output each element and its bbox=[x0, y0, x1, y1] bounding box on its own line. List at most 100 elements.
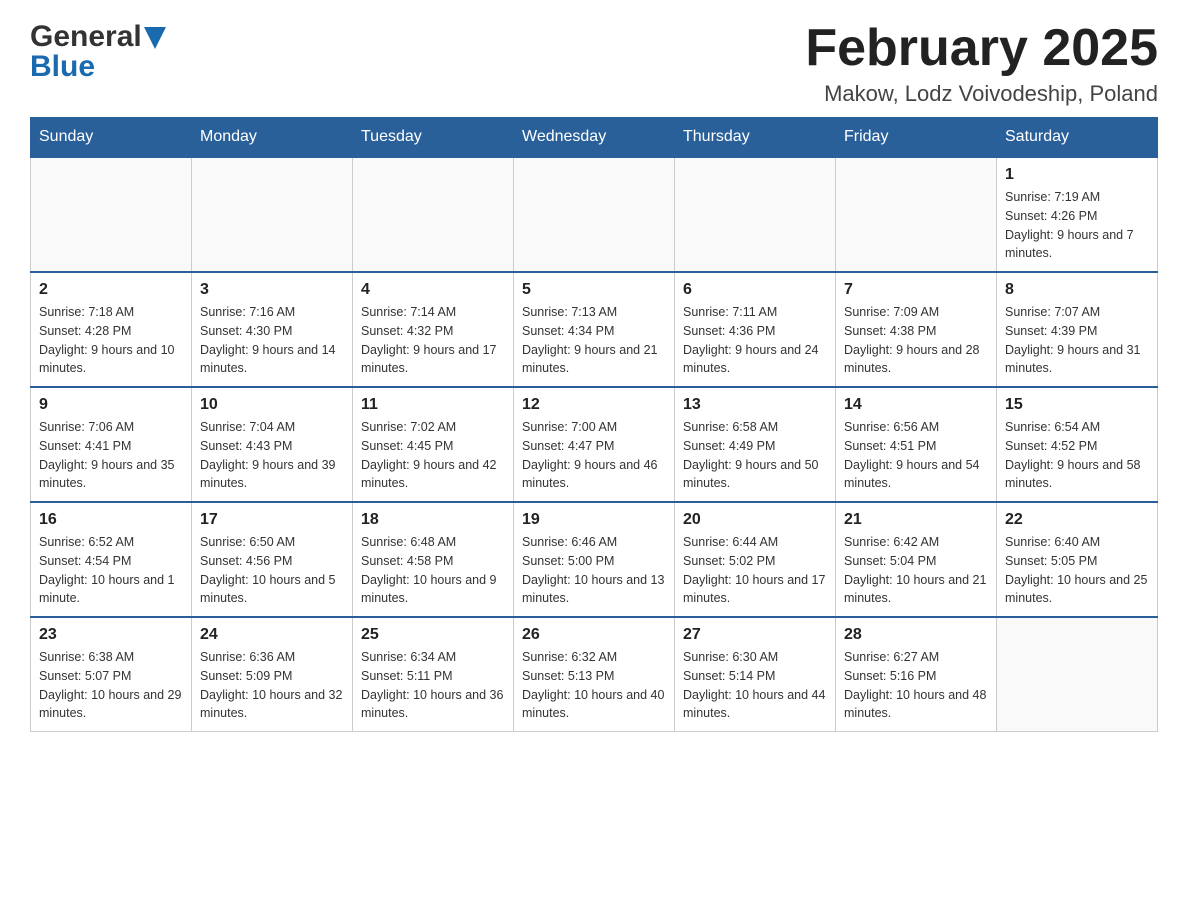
day-info: Sunrise: 7:06 AMSunset: 4:41 PMDaylight:… bbox=[39, 418, 183, 493]
logo-blue-text: Blue bbox=[30, 50, 95, 84]
calendar-day-cell: 10 Sunrise: 7:04 AMSunset: 4:43 PMDayligh… bbox=[192, 387, 353, 502]
calendar-day-cell: 11 Sunrise: 7:02 AMSunset: 4:45 PMDayligh… bbox=[353, 387, 514, 502]
calendar-day-cell: 2Sunrise: 7:18 AMSunset: 4:28 PMDaylight… bbox=[31, 272, 192, 387]
calendar-day-cell: 24 Sunrise: 6:36 AMSunset: 5:09 PMDayligh… bbox=[192, 617, 353, 732]
calendar-header-row: SundayMondayTuesdayWednesdayThursdayFrid… bbox=[31, 118, 1158, 158]
calendar-week-row: 2Sunrise: 7:18 AMSunset: 4:28 PMDaylight… bbox=[31, 272, 1158, 387]
day-number: 26 bbox=[522, 626, 666, 644]
calendar-day-cell: 27 Sunrise: 6:30 AMSunset: 5:14 PMDayligh… bbox=[675, 617, 836, 732]
day-number: 20 bbox=[683, 511, 827, 529]
day-info: Sunrise: 6:50 AMSunset: 4:56 PMDaylight:… bbox=[200, 533, 344, 608]
calendar-week-row: 16 Sunrise: 6:52 AMSunset: 4:54 PMDayligh… bbox=[31, 502, 1158, 617]
calendar-day-cell: 26 Sunrise: 6:32 AMSunset: 5:13 PMDayligh… bbox=[514, 617, 675, 732]
day-info: Sunrise: 6:40 AMSunset: 5:05 PMDaylight:… bbox=[1005, 533, 1149, 608]
day-info: Sunrise: 6:52 AMSunset: 4:54 PMDaylight:… bbox=[39, 533, 183, 608]
day-number: 9 bbox=[39, 396, 183, 414]
day-info: Sunrise: 6:58 AMSunset: 4:49 PMDaylight:… bbox=[683, 418, 827, 493]
day-number: 3 bbox=[200, 281, 344, 299]
day-number: 2 bbox=[39, 281, 183, 299]
day-info: Sunrise: 7:00 AMSunset: 4:47 PMDaylight:… bbox=[522, 418, 666, 493]
calendar-day-cell bbox=[31, 157, 192, 272]
day-info: Sunrise: 7:07 AMSunset: 4:39 PMDaylight:… bbox=[1005, 303, 1149, 378]
day-number: 17 bbox=[200, 511, 344, 529]
calendar-day-cell: 16 Sunrise: 6:52 AMSunset: 4:54 PMDayligh… bbox=[31, 502, 192, 617]
calendar-day-cell: 14Sunrise: 6:56 AMSunset: 4:51 PMDayligh… bbox=[836, 387, 997, 502]
calendar-day-header: Monday bbox=[192, 118, 353, 158]
day-number: 14 bbox=[844, 396, 988, 414]
calendar-day-cell: 13 Sunrise: 6:58 AMSunset: 4:49 PMDayligh… bbox=[675, 387, 836, 502]
calendar-day-cell: 4Sunrise: 7:14 AMSunset: 4:32 PMDaylight… bbox=[353, 272, 514, 387]
page-header: General Blue February 2025 Makow, Lodz V… bbox=[30, 20, 1158, 107]
calendar-week-row: 23 Sunrise: 6:38 AMSunset: 5:07 PMDayligh… bbox=[31, 617, 1158, 732]
day-number: 11 bbox=[361, 396, 505, 414]
calendar-table: SundayMondayTuesdayWednesdayThursdayFrid… bbox=[30, 117, 1158, 732]
day-number: 24 bbox=[200, 626, 344, 644]
day-info: Sunrise: 6:27 AMSunset: 5:16 PMDaylight:… bbox=[844, 648, 988, 723]
calendar-week-row: 1 Sunrise: 7:19 AMSunset: 4:26 PMDaylight… bbox=[31, 157, 1158, 272]
calendar-day-cell: 19Sunrise: 6:46 AMSunset: 5:00 PMDayligh… bbox=[514, 502, 675, 617]
day-info: Sunrise: 6:34 AMSunset: 5:11 PMDaylight:… bbox=[361, 648, 505, 723]
day-number: 1 bbox=[1005, 166, 1149, 184]
day-number: 25 bbox=[361, 626, 505, 644]
calendar-day-cell bbox=[192, 157, 353, 272]
day-info: Sunrise: 7:19 AMSunset: 4:26 PMDaylight:… bbox=[1005, 188, 1149, 263]
day-info: Sunrise: 7:04 AMSunset: 4:43 PMDaylight:… bbox=[200, 418, 344, 493]
calendar-day-header: Saturday bbox=[997, 118, 1158, 158]
day-number: 18 bbox=[361, 511, 505, 529]
calendar-day-cell: 7 Sunrise: 7:09 AMSunset: 4:38 PMDaylight… bbox=[836, 272, 997, 387]
day-number: 15 bbox=[1005, 396, 1149, 414]
day-info: Sunrise: 6:46 AMSunset: 5:00 PMDaylight:… bbox=[522, 533, 666, 608]
calendar-day-cell: 8 Sunrise: 7:07 AMSunset: 4:39 PMDaylight… bbox=[997, 272, 1158, 387]
day-info: Sunrise: 7:14 AMSunset: 4:32 PMDaylight:… bbox=[361, 303, 505, 378]
calendar-day-header: Sunday bbox=[31, 118, 192, 158]
calendar-day-header: Tuesday bbox=[353, 118, 514, 158]
calendar-day-cell: 22 Sunrise: 6:40 AMSunset: 5:05 PMDayligh… bbox=[997, 502, 1158, 617]
day-info: Sunrise: 6:42 AMSunset: 5:04 PMDaylight:… bbox=[844, 533, 988, 608]
calendar-day-cell: 5 Sunrise: 7:13 AMSunset: 4:34 PMDaylight… bbox=[514, 272, 675, 387]
calendar-day-cell: 21 Sunrise: 6:42 AMSunset: 5:04 PMDayligh… bbox=[836, 502, 997, 617]
day-info: Sunrise: 7:13 AMSunset: 4:34 PMDaylight:… bbox=[522, 303, 666, 378]
calendar-day-cell bbox=[997, 617, 1158, 732]
day-number: 28 bbox=[844, 626, 988, 644]
day-number: 27 bbox=[683, 626, 827, 644]
day-number: 22 bbox=[1005, 511, 1149, 529]
calendar-day-cell bbox=[675, 157, 836, 272]
day-info: Sunrise: 6:30 AMSunset: 5:14 PMDaylight:… bbox=[683, 648, 827, 723]
day-number: 16 bbox=[39, 511, 183, 529]
day-number: 7 bbox=[844, 281, 988, 299]
day-info: Sunrise: 6:44 AMSunset: 5:02 PMDaylight:… bbox=[683, 533, 827, 608]
day-number: 21 bbox=[844, 511, 988, 529]
day-number: 10 bbox=[200, 396, 344, 414]
calendar-day-header: Friday bbox=[836, 118, 997, 158]
day-number: 5 bbox=[522, 281, 666, 299]
calendar-subtitle: Makow, Lodz Voivodeship, Poland bbox=[805, 81, 1158, 107]
calendar-day-header: Wednesday bbox=[514, 118, 675, 158]
logo: General Blue bbox=[30, 20, 166, 84]
day-info: Sunrise: 7:02 AMSunset: 4:45 PMDaylight:… bbox=[361, 418, 505, 493]
calendar-day-cell: 12 Sunrise: 7:00 AMSunset: 4:47 PMDayligh… bbox=[514, 387, 675, 502]
day-info: Sunrise: 7:09 AMSunset: 4:38 PMDaylight:… bbox=[844, 303, 988, 378]
calendar-day-header: Thursday bbox=[675, 118, 836, 158]
calendar-title: February 2025 bbox=[805, 20, 1158, 77]
logo-general-text: General bbox=[30, 20, 142, 54]
calendar-week-row: 9 Sunrise: 7:06 AMSunset: 4:41 PMDaylight… bbox=[31, 387, 1158, 502]
calendar-day-cell: 6Sunrise: 7:11 AMSunset: 4:36 PMDaylight… bbox=[675, 272, 836, 387]
day-number: 23 bbox=[39, 626, 183, 644]
day-number: 13 bbox=[683, 396, 827, 414]
calendar-day-cell: 28 Sunrise: 6:27 AMSunset: 5:16 PMDayligh… bbox=[836, 617, 997, 732]
day-info: Sunrise: 6:48 AMSunset: 4:58 PMDaylight:… bbox=[361, 533, 505, 608]
calendar-day-cell: 23 Sunrise: 6:38 AMSunset: 5:07 PMDayligh… bbox=[31, 617, 192, 732]
day-number: 12 bbox=[522, 396, 666, 414]
day-number: 8 bbox=[1005, 281, 1149, 299]
logo-arrow-icon bbox=[144, 27, 166, 49]
day-info: Sunrise: 6:36 AMSunset: 5:09 PMDaylight:… bbox=[200, 648, 344, 723]
calendar-day-cell: 3Sunrise: 7:16 AMSunset: 4:30 PMDaylight… bbox=[192, 272, 353, 387]
title-area: February 2025 Makow, Lodz Voivodeship, P… bbox=[805, 20, 1158, 107]
calendar-day-cell: 15 Sunrise: 6:54 AMSunset: 4:52 PMDayligh… bbox=[997, 387, 1158, 502]
day-info: Sunrise: 7:11 AMSunset: 4:36 PMDaylight:… bbox=[683, 303, 827, 378]
calendar-day-cell: 1 Sunrise: 7:19 AMSunset: 4:26 PMDaylight… bbox=[997, 157, 1158, 272]
calendar-day-cell: 18 Sunrise: 6:48 AMSunset: 4:58 PMDayligh… bbox=[353, 502, 514, 617]
day-info: Sunrise: 6:32 AMSunset: 5:13 PMDaylight:… bbox=[522, 648, 666, 723]
day-info: Sunrise: 6:38 AMSunset: 5:07 PMDaylight:… bbox=[39, 648, 183, 723]
day-info: Sunrise: 6:54 AMSunset: 4:52 PMDaylight:… bbox=[1005, 418, 1149, 493]
